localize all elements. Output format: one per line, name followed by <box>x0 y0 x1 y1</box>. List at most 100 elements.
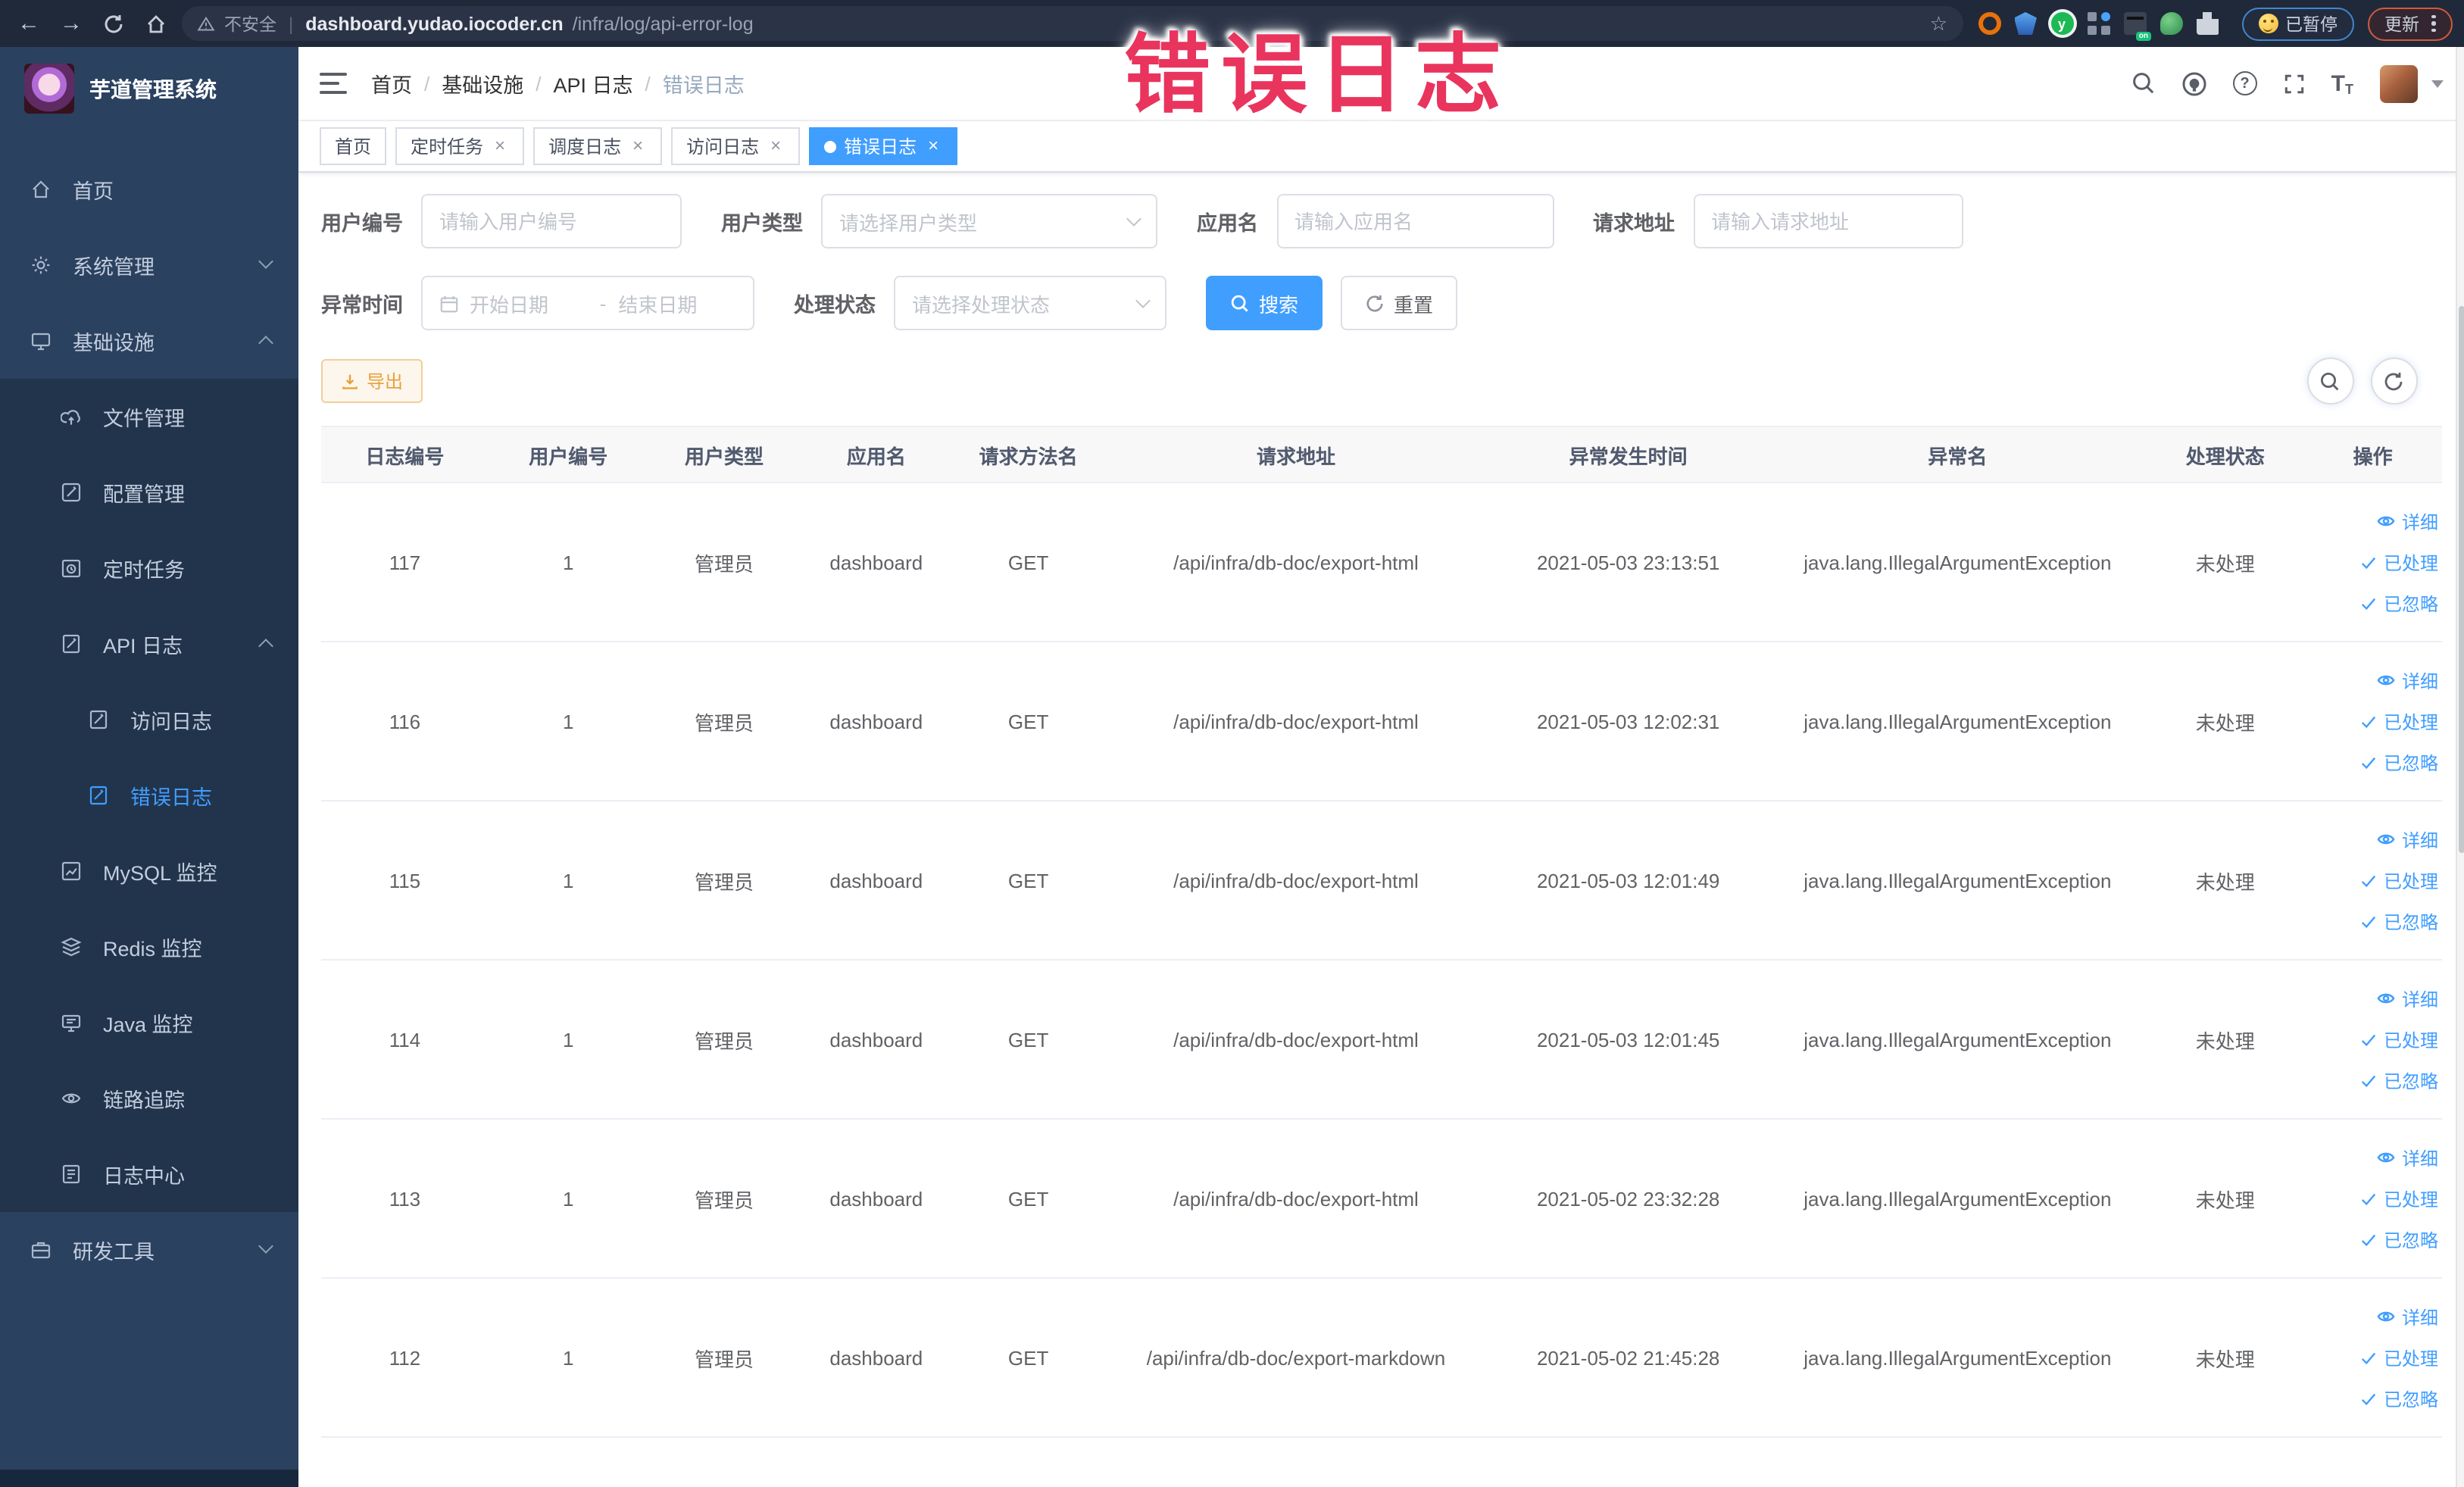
sidebar-item-system[interactable]: 系统管理 <box>0 227 298 303</box>
breadcrumb-home[interactable]: 首页 <box>371 68 412 98</box>
detail-link[interactable]: 详细 <box>2304 978 2438 1019</box>
breadcrumb-infra[interactable]: 基础设施 <box>442 68 523 98</box>
processed-link[interactable]: 已处理 <box>2304 1178 2438 1219</box>
chevron-up-icon <box>258 639 273 654</box>
sidebar-item-config-mgmt[interactable]: 配置管理 <box>0 455 298 530</box>
export-button[interactable]: 导出 <box>321 359 423 403</box>
cell-actions: 详细 已处理 已忽略 <box>2304 483 2441 642</box>
extension-grid-icon[interactable] <box>2087 12 2110 35</box>
fullscreen-icon[interactable] <box>2283 72 2306 95</box>
close-icon[interactable]: × <box>491 136 509 155</box>
extension-shield-icon[interactable] <box>2014 12 2037 35</box>
font-size-icon[interactable]: TT <box>2331 70 2353 96</box>
sidebar-item-api-log[interactable]: API 日志 <box>0 606 298 682</box>
tag-home[interactable]: 首页 <box>320 127 387 165</box>
breadcrumb-api-log[interactable]: API 日志 <box>554 68 633 98</box>
search-icon[interactable] <box>2131 71 2156 95</box>
request-url-input[interactable] <box>1711 210 1944 233</box>
scrollbar-thumb[interactable] <box>2458 306 2464 854</box>
table-row[interactable]: 116 1 管理员 dashboard GET /api/infra/db-do… <box>321 642 2441 801</box>
extension-on-icon[interactable]: on <box>2123 12 2150 41</box>
detail-link[interactable]: 详细 <box>2304 501 2438 542</box>
tag-schedule-log[interactable]: 调度日志 × <box>533 127 663 165</box>
github-icon[interactable] <box>2181 70 2207 96</box>
processed-link[interactable]: 已处理 <box>2304 1019 2438 1060</box>
detail-link[interactable]: 详细 <box>2304 1296 2438 1337</box>
ignored-link[interactable]: 已忽略 <box>2304 1219 2438 1260</box>
processed-link[interactable]: 已处理 <box>2304 701 2438 742</box>
avatar-caret-icon[interactable] <box>2431 80 2443 87</box>
security-label[interactable]: 不安全 <box>224 11 276 36</box>
calendar-icon <box>440 295 458 312</box>
hamburger-icon[interactable] <box>320 73 347 94</box>
sidebar-item-redis-monitor[interactable]: Redis 监控 <box>0 909 298 985</box>
extension-plant-icon[interactable] <box>2160 12 2182 35</box>
paused-extension-button[interactable]: 已暂停 <box>2241 7 2354 40</box>
cell-user-id: 1 <box>488 1278 648 1438</box>
ignored-link[interactable]: 已忽略 <box>2304 742 2438 783</box>
refresh-table-button[interactable] <box>2370 358 2417 405</box>
table-row[interactable]: 115 1 管理员 dashboard GET /api/infra/db-do… <box>321 801 2441 961</box>
address-bar[interactable]: 不安全 | dashboard.yudao.iocoder.cn/infra/l… <box>182 6 1963 41</box>
cell-exception: java.lang.IllegalArgumentException <box>1769 483 2147 642</box>
bookmark-star-icon[interactable]: ☆ <box>1930 11 1947 36</box>
date-separator: - <box>599 292 607 314</box>
sidebar-item-home[interactable]: 首页 <box>0 152 298 227</box>
tag-scheduled-jobs[interactable]: 定时任务 × <box>395 127 525 165</box>
sidebar-item-mysql-monitor[interactable]: MySQL 监控 <box>0 833 298 909</box>
sidebar-item-log-center[interactable]: 日志中心 <box>0 1136 298 1212</box>
tag-error-log-active[interactable]: 错误日志 × <box>809 127 958 165</box>
user-type-select[interactable]: 请选择用户类型 <box>821 194 1157 248</box>
close-icon[interactable]: × <box>924 136 942 155</box>
page-scrollbar[interactable] <box>2455 47 2464 1487</box>
sidebar-item-access-log[interactable]: 访问日志 <box>0 682 298 758</box>
user-type-label: 用户类型 <box>721 212 803 235</box>
app-name-input[interactable] <box>1294 210 1535 233</box>
browser-menu-icon[interactable] <box>2431 14 2435 33</box>
home-button-icon[interactable] <box>139 7 173 40</box>
extensions-puzzle-icon[interactable] <box>2196 12 2219 35</box>
ignored-link[interactable]: 已忽略 <box>2304 1060 2438 1101</box>
close-icon[interactable]: × <box>767 136 785 155</box>
reset-button[interactable]: 重置 <box>1341 276 1458 330</box>
sidebar-item-error-log[interactable]: 错误日志 <box>0 758 298 833</box>
table-row[interactable]: 112 1 管理员 dashboard GET /api/infra/db-do… <box>321 1278 2441 1438</box>
col-exception-name: 异常名 <box>1769 426 2147 483</box>
doc-edit-icon <box>89 710 108 729</box>
table-row[interactable]: 114 1 管理员 dashboard GET /api/infra/db-do… <box>321 960 2441 1120</box>
detail-link[interactable]: 详细 <box>2304 1137 2438 1178</box>
help-icon[interactable]: ? <box>2232 71 2257 95</box>
sidebar-item-dev-tools[interactable]: 研发工具 <box>0 1212 298 1288</box>
extension-orange-icon[interactable] <box>1978 12 2000 35</box>
ignored-link[interactable]: 已忽略 <box>2304 1378 2438 1419</box>
search-button[interactable]: 搜索 <box>1206 276 1323 330</box>
browser-update-button[interactable]: 更新 <box>2368 7 2452 40</box>
processed-link[interactable]: 已处理 <box>2304 1337 2438 1378</box>
table-row[interactable]: 113 1 管理员 dashboard GET /api/infra/db-do… <box>321 1119 2441 1279</box>
ignored-link[interactable]: 已忽略 <box>2304 583 2438 623</box>
reload-icon[interactable] <box>97 7 130 40</box>
processed-link[interactable]: 已处理 <box>2304 542 2438 583</box>
ignored-link[interactable]: 已忽略 <box>2304 901 2438 942</box>
back-icon[interactable]: ← <box>12 7 45 40</box>
eye-icon <box>2378 516 2396 526</box>
sidebar-item-file-mgmt[interactable]: 文件管理 <box>0 379 298 455</box>
tag-access-log[interactable]: 访问日志 × <box>671 127 801 165</box>
close-icon[interactable]: × <box>629 136 647 155</box>
extension-green-icon[interactable]: y <box>2050 12 2073 35</box>
sidebar-item-scheduled-jobs[interactable]: 定时任务 <box>0 530 298 606</box>
forward-icon[interactable]: → <box>55 7 88 40</box>
processed-link[interactable]: 已处理 <box>2304 860 2438 901</box>
user-id-input[interactable] <box>439 210 664 233</box>
sidebar-item-java-monitor[interactable]: Java 监控 <box>0 985 298 1061</box>
date-range-picker[interactable]: 开始日期 - 结束日期 <box>421 276 754 330</box>
detail-link[interactable]: 详细 <box>2304 819 2438 860</box>
detail-link[interactable]: 详细 <box>2304 660 2438 701</box>
process-status-select[interactable]: 请选择处理状态 <box>894 276 1166 330</box>
sidebar-item-tracing[interactable]: 链路追踪 <box>0 1061 298 1136</box>
app-logo-row[interactable]: 芋道管理系统 <box>0 47 298 130</box>
sidebar-item-infra[interactable]: 基础设施 <box>0 303 298 379</box>
table-row[interactable]: 117 1 管理员 dashboard GET /api/infra/db-do… <box>321 483 2441 642</box>
user-avatar[interactable] <box>2379 64 2417 102</box>
toggle-search-button[interactable] <box>2306 358 2353 405</box>
